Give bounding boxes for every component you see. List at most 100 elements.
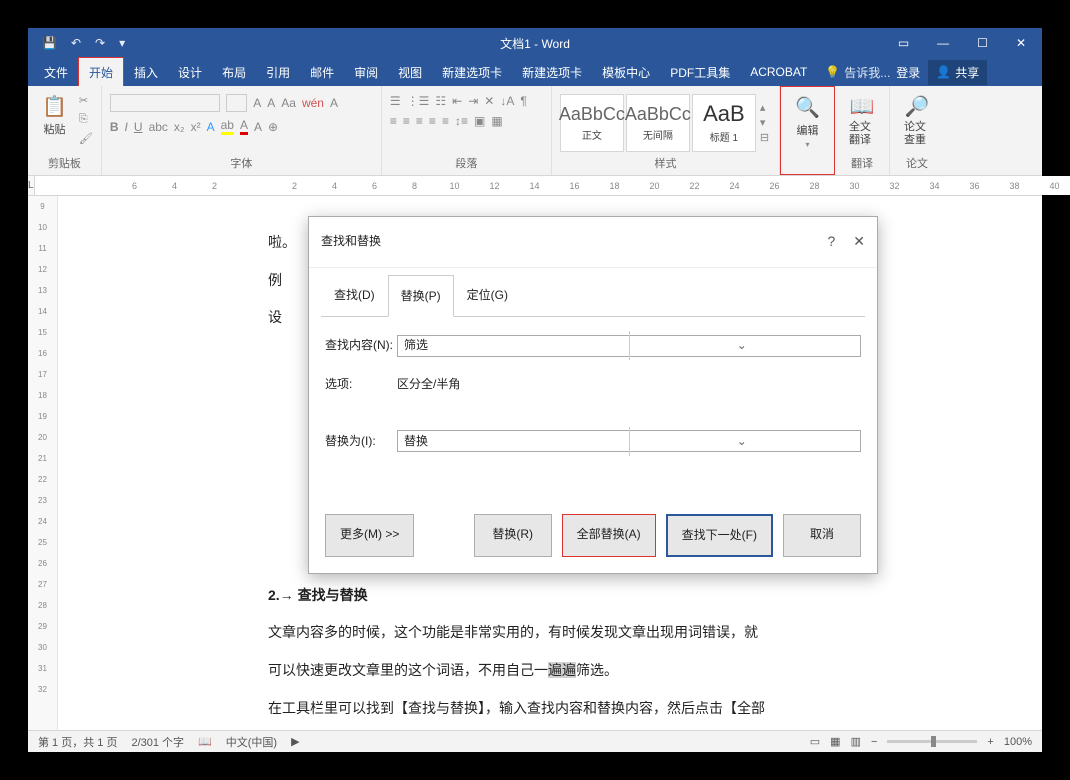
styles-scroll-up-icon[interactable]: ▴ (760, 101, 769, 114)
style-nospace[interactable]: AaBbCc无间隔 (626, 94, 690, 152)
tellme[interactable]: 💡告诉我... (825, 64, 890, 81)
zoom-in-icon[interactable]: + (987, 736, 993, 748)
replace-input[interactable]: 替换⌄ (397, 430, 861, 452)
dropdown-icon[interactable]: ⌄ (629, 427, 855, 456)
shrink-font-icon[interactable]: A (267, 96, 275, 110)
bullets-icon[interactable]: ☰ (390, 94, 401, 108)
tab-design[interactable]: 设计 (168, 58, 212, 87)
minimize-icon[interactable]: — (937, 36, 949, 50)
show-marks-icon[interactable]: ¶ (520, 94, 526, 108)
align-left-icon[interactable]: ≡ (390, 114, 397, 128)
vertical-ruler[interactable]: 9101112131415161718192021222324252627282… (28, 196, 58, 730)
translate-button[interactable]: 📖 全文翻译 (843, 90, 881, 151)
align-right-icon[interactable]: ≡ (416, 114, 423, 128)
justify-icon[interactable]: ≡ (429, 114, 436, 128)
find-next-button[interactable]: 查找下一处(F) (666, 514, 773, 557)
dialog-tab-replace[interactable]: 替换(P) (388, 275, 454, 318)
tab-layout[interactable]: 布局 (212, 58, 256, 87)
style-heading1[interactable]: AaB标题 1 (692, 94, 756, 152)
tab-insert[interactable]: 插入 (124, 58, 168, 87)
font-size-combo[interactable] (226, 94, 247, 112)
document-page[interactable]: 啦。 例 设 2.→ 查找与替换 文章内容多的时候，这个功能是非常实用的，有时候… (58, 196, 1042, 730)
paste-button[interactable]: 📋 粘贴 (36, 90, 73, 141)
shading-icon[interactable]: ▣ (474, 114, 485, 128)
char-shading-icon[interactable]: A (254, 120, 262, 134)
edit-button[interactable]: 🔍 编辑▾ (789, 91, 826, 153)
char-border-icon[interactable]: A (330, 96, 338, 110)
thesis-button[interactable]: 🔎 论文查重 (898, 90, 936, 151)
read-mode-icon[interactable]: ▭ (810, 735, 820, 748)
qat-dropdown-icon[interactable]: ▾ (119, 36, 125, 50)
line-spacing-icon[interactable]: ↕≡ (455, 114, 468, 128)
zoom-slider[interactable] (887, 740, 977, 743)
tab-new2[interactable]: 新建选项卡 (512, 58, 592, 87)
font-name-combo[interactable] (110, 94, 220, 112)
zoom-level[interactable]: 100% (1004, 736, 1032, 748)
align-center-icon[interactable]: ≡ (403, 114, 410, 128)
format-painter-icon[interactable]: 🖌 (79, 132, 93, 145)
undo-icon[interactable]: ↶ (71, 36, 81, 50)
indent-inc-icon[interactable]: ⇥ (468, 94, 478, 108)
tab-pdf[interactable]: PDF工具集 (660, 58, 740, 87)
close-icon[interactable]: ✕ (1016, 36, 1026, 50)
multilevel-icon[interactable]: ☷ (435, 94, 446, 108)
ribbon-options-icon[interactable]: ▭ (898, 36, 909, 50)
replace-all-button[interactable]: 全部替换(A) (562, 514, 656, 557)
language-indicator[interactable]: 中文(中国) (226, 734, 277, 750)
styles-more-icon[interactable]: ⊟ (760, 131, 769, 144)
style-normal[interactable]: AaBbCc正文 (560, 94, 624, 152)
more-button[interactable]: 更多(M) >> (325, 514, 414, 557)
tab-review[interactable]: 审阅 (344, 58, 388, 87)
maximize-icon[interactable]: ☐ (977, 36, 988, 50)
superscript-icon[interactable]: x² (191, 120, 201, 134)
tab-references[interactable]: 引用 (256, 58, 300, 87)
cut-icon[interactable]: ✂ (79, 94, 93, 107)
web-layout-icon[interactable]: ▥ (851, 735, 861, 748)
grow-font-icon[interactable]: A (253, 96, 261, 110)
macro-icon[interactable]: ▶ (291, 735, 299, 748)
change-case-icon[interactable]: Aa (281, 96, 296, 110)
subscript-icon[interactable]: x₂ (174, 120, 185, 134)
tab-file[interactable]: 文件 (34, 58, 78, 87)
distribute-icon[interactable]: ≡ (442, 114, 449, 128)
tab-view[interactable]: 视图 (388, 58, 432, 87)
tab-templates[interactable]: 模板中心 (592, 58, 660, 87)
zoom-out-icon[interactable]: − (871, 736, 877, 748)
tab-acrobat[interactable]: ACROBAT (740, 59, 817, 85)
replace-button[interactable]: 替换(R) (474, 514, 552, 557)
enclose-char-icon[interactable]: ⊕ (268, 120, 278, 134)
save-icon[interactable]: 💾 (42, 36, 57, 50)
dialog-tab-find[interactable]: 查找(D) (321, 274, 388, 317)
highlight-icon[interactable]: ab (221, 118, 234, 135)
page-indicator[interactable]: 第 1 页，共 1 页 (38, 734, 117, 750)
horizontal-ruler[interactable]: L 64224681012141618202224262830323436384… (28, 176, 1042, 196)
help-icon[interactable]: ? (827, 225, 835, 259)
phonetic-icon[interactable]: wén (302, 96, 324, 110)
dialog-close-icon[interactable]: ✕ (853, 225, 865, 259)
cancel-button[interactable]: 取消 (783, 514, 861, 557)
redo-icon[interactable]: ↷ (95, 36, 105, 50)
font-color-icon[interactable]: A (240, 118, 248, 135)
borders-icon[interactable]: ▦ (491, 114, 502, 128)
find-input[interactable]: 筛选⌄ (397, 335, 861, 357)
text-effects-icon[interactable]: A (207, 120, 215, 134)
sort-icon[interactable]: ↓A (500, 94, 514, 108)
tab-home[interactable]: 开始 (78, 57, 124, 88)
print-layout-icon[interactable]: ▦ (830, 735, 840, 748)
word-count[interactable]: 2/301 个字 (131, 734, 184, 750)
tab-mailings[interactable]: 邮件 (300, 58, 344, 87)
styles-scroll-down-icon[interactable]: ▾ (760, 116, 769, 129)
italic-icon[interactable]: I (125, 120, 128, 134)
dialog-tab-goto[interactable]: 定位(G) (454, 274, 521, 317)
tab-new1[interactable]: 新建选项卡 (432, 58, 512, 87)
indent-dec-icon[interactable]: ⇤ (452, 94, 462, 108)
strikethrough-icon[interactable]: abc (149, 120, 168, 134)
bold-icon[interactable]: B (110, 120, 119, 134)
numbering-icon[interactable]: ⋮☰ (407, 94, 430, 108)
login-button[interactable]: 登录 (896, 64, 920, 81)
underline-icon[interactable]: U (134, 120, 143, 134)
copy-icon[interactable]: ⎘ (79, 113, 93, 126)
asian-layout-icon[interactable]: ✕ (484, 94, 494, 108)
dropdown-icon[interactable]: ⌄ (629, 331, 855, 360)
share-button[interactable]: 👤共享 (928, 60, 987, 85)
